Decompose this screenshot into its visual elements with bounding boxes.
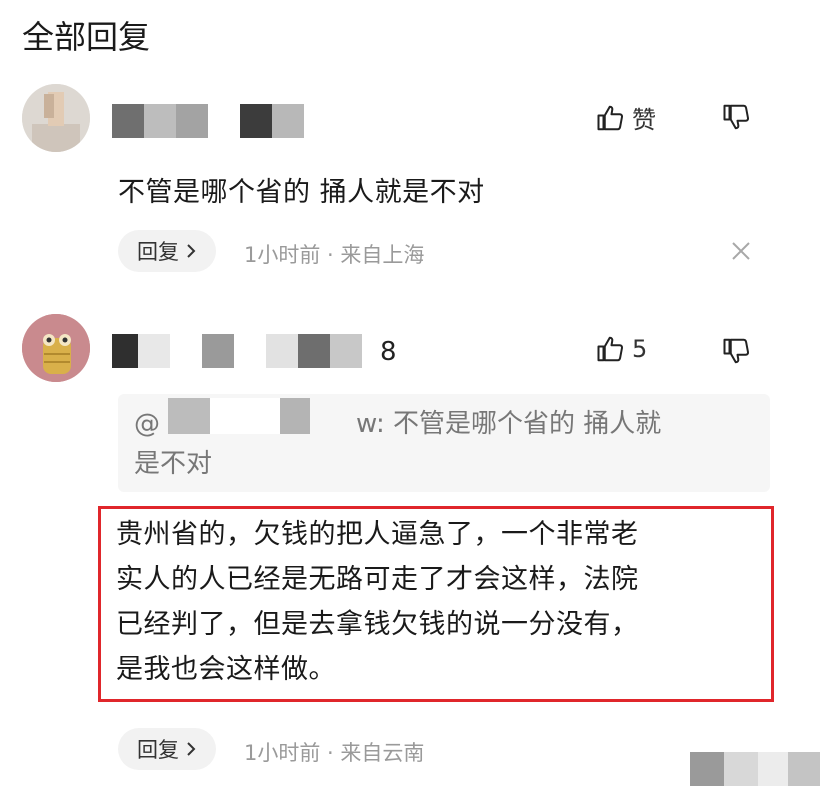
thumbs-down-icon xyxy=(723,338,750,364)
like-button[interactable]: 5 xyxy=(596,334,647,364)
username-blurred xyxy=(112,334,362,368)
comment-text-line: 实人的人已经是无路可走了才会这样，法院 xyxy=(116,564,639,595)
avatar[interactable] xyxy=(22,84,90,152)
comment-meta: 1小时前 · 来自云南 xyxy=(244,741,425,765)
comment-text-line: 是我也会这样做。 xyxy=(116,654,336,685)
comment-text-line: 已经判了，但是去拿钱欠钱的说一分没有， xyxy=(116,609,639,640)
quote-text-line: 是不对 xyxy=(134,449,213,479)
quote-text-line: : 不管是哪个省的 捅人就 xyxy=(376,409,662,439)
page-title: 全部回复 xyxy=(22,18,151,56)
like-count: 5 xyxy=(632,335,648,363)
thumbs-up-icon xyxy=(597,105,624,130)
reply-button[interactable]: 回复 xyxy=(118,728,216,770)
comment-meta: 1小时前 · 来自上海 xyxy=(244,243,425,267)
quote-username-blurred xyxy=(168,398,310,434)
username-tail: 8 xyxy=(380,337,397,367)
chevron-right-icon xyxy=(187,244,196,258)
avatar-image xyxy=(22,84,90,152)
dislike-button[interactable] xyxy=(722,102,752,136)
thumbs-down-icon xyxy=(723,104,750,130)
dislike-button[interactable] xyxy=(722,336,752,370)
reply-label: 回复 xyxy=(137,240,179,264)
avatar[interactable] xyxy=(22,314,90,382)
like-label: 赞 xyxy=(632,106,656,134)
avatar-image xyxy=(22,314,90,382)
close-button[interactable] xyxy=(730,240,752,266)
close-icon xyxy=(732,242,750,260)
quote-username-tail: w xyxy=(356,409,378,439)
username-blurred xyxy=(112,104,304,138)
quote-prefix: @ xyxy=(134,409,160,439)
reply-label: 回复 xyxy=(137,738,179,762)
comment-text-line: 贵州省的，欠钱的把人逼急了，一个非常老 xyxy=(116,519,639,550)
comment-text: 不管是哪个省的 捅人就是不对 xyxy=(118,177,485,208)
thumbs-up-icon xyxy=(597,336,624,362)
chevron-right-icon xyxy=(187,742,196,756)
watermark-blurred xyxy=(690,752,820,786)
like-button[interactable]: 赞 xyxy=(596,100,656,135)
reply-button[interactable]: 回复 xyxy=(118,230,216,272)
